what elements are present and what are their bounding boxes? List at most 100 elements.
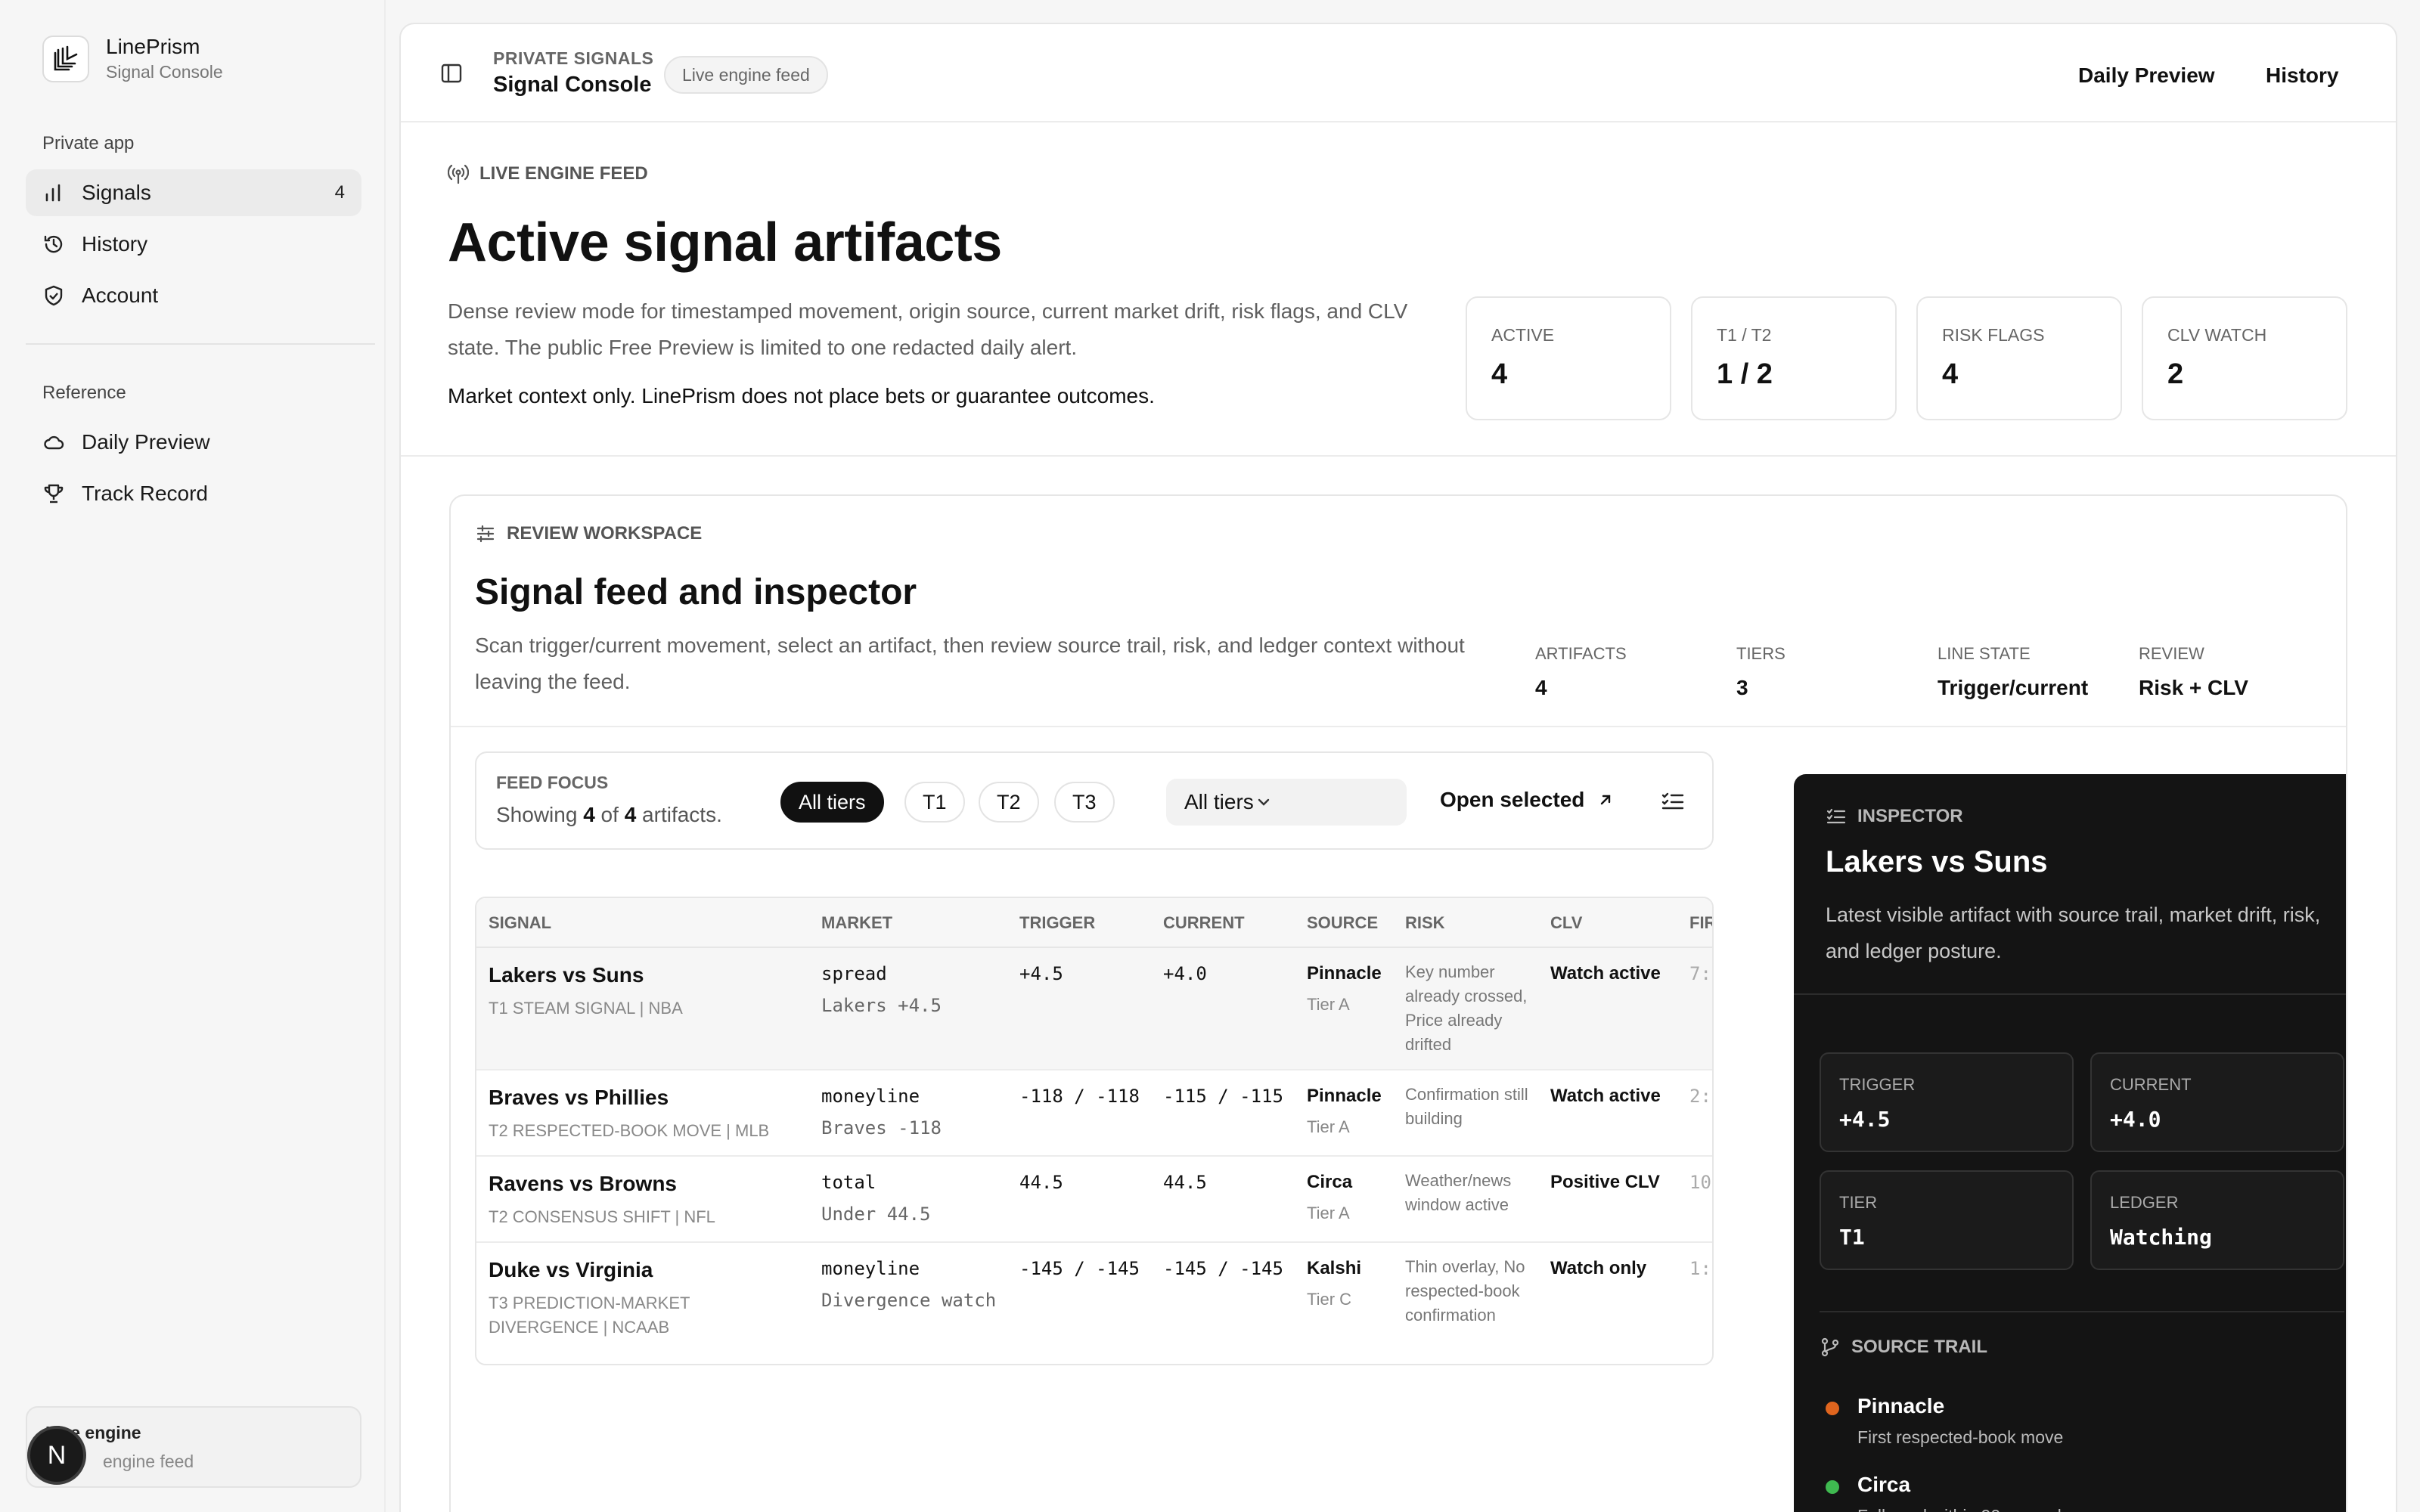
chip-t2[interactable]: T2 (979, 782, 1039, 823)
stat-clv-watch: CLV WATCH 2 (2142, 296, 2347, 420)
box-label: TIER (1839, 1193, 1878, 1212)
risk-text: Confirmation still building (1405, 1085, 1528, 1128)
cloud-icon (42, 431, 65, 454)
signal-name: Ravens vs Browns (489, 1172, 677, 1195)
market-type: spread (821, 963, 887, 984)
first-seen: 1: (1689, 1258, 1711, 1279)
risk-text: Weather/news window active (1405, 1171, 1512, 1214)
col-signal: SIGNAL (489, 913, 552, 932)
table-row[interactable]: Ravens vs Browns T2 CONSENSUS SHIFT | NF… (476, 1157, 1712, 1243)
inspector-description: Latest visible artifact with source trai… (1826, 903, 2321, 962)
chip-all-tiers[interactable]: All tiers (780, 782, 884, 823)
trail-dot-icon (1826, 1480, 1839, 1494)
nav-history[interactable]: History (2266, 64, 2338, 88)
source-name: Kalshi (1307, 1258, 1362, 1278)
trophy-icon (42, 482, 65, 505)
hero-eyebrow: LIVE ENGINE FEED (448, 163, 648, 184)
sidebar-item-label: Signals (82, 181, 151, 204)
col-clv: CLV (1550, 913, 1583, 932)
open-selected-label: Open selected (1440, 788, 1585, 811)
meta-label: LINE STATE (1938, 644, 2031, 663)
sidebar-item-history[interactable]: History (26, 221, 361, 268)
feed-focus-bar: FEED FOCUS Showing 4 of 4 artifacts. All… (475, 751, 1714, 850)
topbar: PRIVATE SIGNALS Signal Console Live engi… (401, 24, 2396, 122)
inspector-trigger: TRIGGER +4.5 (1820, 1052, 2074, 1152)
inspector-title: Lakers vs Suns (1826, 845, 2048, 878)
live-feed-pill: Live engine feed (664, 56, 828, 94)
meta-artifacts: ARTIFACTS 4 (1535, 644, 1627, 700)
sidebar-item-signals[interactable]: Signals 4 (26, 169, 361, 216)
checklist-icon[interactable] (1661, 789, 1685, 813)
feed-count-text: Showing 4 of 4 artifacts. (496, 803, 722, 827)
chip-t3[interactable]: T3 (1054, 782, 1115, 823)
signal-table: SIGNAL MARKET TRIGGER CURRENT SOURCE RIS… (475, 897, 1714, 1365)
signal-name: Duke vs Virginia (489, 1258, 653, 1281)
of-word: of (600, 803, 619, 826)
hero-disclaimer: Market context only. LinePrism does not … (448, 384, 1155, 407)
tier-select[interactable]: All tiers (1166, 779, 1407, 826)
source-name: Pinnacle (1307, 963, 1382, 984)
current-value: 44.5 (1163, 1172, 1207, 1193)
chip-t1[interactable]: T1 (904, 782, 965, 823)
sidebar-item-daily-preview[interactable]: Daily Preview (26, 419, 361, 466)
trail-source-desc: First respected-book move (1857, 1427, 2064, 1447)
table-row[interactable]: Lakers vs Suns T1 STEAM SIGNAL | NBA spr… (476, 948, 1712, 1070)
market-type: total (821, 1172, 876, 1193)
stat-active: ACTIVE 4 (1466, 296, 1671, 420)
sidebar-item-label: Track Record (82, 482, 209, 505)
first-seen: 7: (1689, 963, 1711, 984)
source-tier: Tier A (1307, 1117, 1350, 1136)
source-name: Pinnacle (1307, 1086, 1382, 1106)
brand[interactable]: LinePrism Signal Console (42, 35, 223, 82)
open-selected-button[interactable]: Open selected (1440, 788, 1615, 812)
workspace-title: Signal feed and inspector (475, 572, 917, 612)
broadcast-icon (448, 163, 469, 184)
meta-label: TIERS (1736, 644, 1786, 663)
box-label: TRIGGER (1839, 1075, 1916, 1094)
sidebar-group-private: Private app (42, 133, 135, 153)
risk-text: Key number already crossed, Price alread… (1405, 962, 1528, 1054)
brand-subtitle: Signal Console (106, 62, 223, 82)
sidebar: LinePrism Signal Console Private app Sig… (0, 0, 386, 1512)
sidebar-item-account[interactable]: Account (26, 272, 361, 319)
stat-label: CLV WATCH (2167, 325, 2267, 345)
current-value: +4.0 (1163, 963, 1207, 984)
stat-value: 2 (2167, 358, 2184, 390)
current-value: -145 / -145 (1163, 1258, 1283, 1279)
source-trail-label: SOURCE TRAIL (1851, 1337, 1987, 1357)
meta-value: Risk + CLV (2139, 676, 2248, 699)
meta-label: REVIEW (2139, 644, 2204, 663)
next-dev-badge[interactable]: N (27, 1426, 86, 1485)
table-row[interactable]: Braves vs Phillies T2 RESPECTED-BOOK MOV… (476, 1070, 1712, 1157)
sidebar-item-track-record[interactable]: Track Record (26, 470, 361, 517)
bar-chart-icon (42, 181, 65, 204)
box-label: CURRENT (2110, 1075, 2192, 1094)
sidebar-toggle-icon[interactable] (440, 62, 463, 85)
first-seen: 10 (1689, 1172, 1711, 1193)
source-tier: Tier C (1307, 1290, 1352, 1309)
workspace-eyebrow: REVIEW WORKSPACE (475, 523, 702, 544)
source-trail-eyebrow: SOURCE TRAIL (1820, 1337, 1987, 1358)
chevron-down-icon (1254, 792, 1274, 812)
signal-name: Lakers vs Suns (489, 963, 644, 987)
clv-status: Watch only (1550, 1258, 1647, 1278)
sidebar-item-label: Daily Preview (82, 430, 210, 454)
page-title: Signal Console (493, 73, 652, 97)
signal-name: Braves vs Phillies (489, 1086, 669, 1109)
stat-t1-t2: T1 / T2 1 / 2 (1691, 296, 1897, 420)
inspector-panel: INSPECTOR Lakers vs Suns Latest visible … (1794, 774, 2346, 1512)
live-engine-subtitle: engine feed (103, 1452, 194, 1471)
market-pick: Lakers +4.5 (821, 995, 942, 1016)
clv-status: Watch active (1550, 963, 1661, 984)
source-tier: Tier A (1307, 1204, 1350, 1222)
inspector-tier: TIER T1 (1820, 1170, 2074, 1270)
hero-title: Active signal artifacts (448, 212, 1002, 273)
brand-logo-icon (42, 35, 89, 82)
nav-daily-preview[interactable]: Daily Preview (2078, 64, 2215, 88)
signal-meta: T1 STEAM SIGNAL | NBA (489, 999, 683, 1018)
table-row[interactable]: Duke vs Virginia T3 PREDICTION-MARKET DI… (476, 1243, 1712, 1364)
stat-value: 1 / 2 (1717, 358, 1773, 390)
inspector-ledger: LEDGER Watching (2090, 1170, 2344, 1270)
col-source: SOURCE (1307, 913, 1379, 932)
main-panel: PRIVATE SIGNALS Signal Console Live engi… (399, 23, 2397, 1512)
